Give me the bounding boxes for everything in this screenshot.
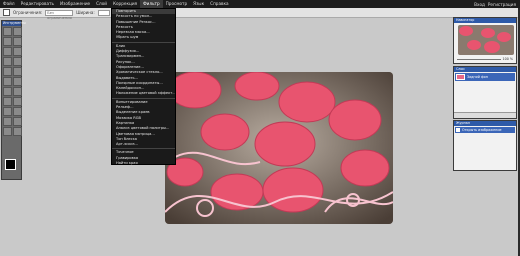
tool-button[interactable]	[3, 97, 12, 106]
tool-button[interactable]	[3, 87, 12, 96]
toolbox-panel: Инструменты	[1, 20, 26, 180]
filter-menu-item[interactable]: Анализ цветовой палитры...	[112, 126, 175, 131]
navigator-title: Навигатор	[454, 18, 516, 23]
tool-button[interactable]	[3, 117, 12, 126]
tool-button[interactable]	[13, 37, 22, 46]
cookies-photo	[165, 72, 393, 224]
tool-button[interactable]	[13, 87, 22, 96]
layers-footer	[454, 112, 516, 118]
tool-button[interactable]	[3, 127, 12, 136]
image-canvas[interactable]	[165, 72, 393, 224]
zoom-slider[interactable]	[457, 58, 501, 60]
menu-item-4[interactable]: Коррекция	[110, 0, 140, 8]
navigator-thumbnail[interactable]	[458, 25, 514, 55]
filter-dropdown-menu: Повторить Резкость по умол... Повышение Ре…	[111, 8, 176, 165]
zoom-control: 100 %	[454, 57, 516, 61]
tool-button[interactable]	[13, 67, 22, 76]
tool-button[interactable]	[3, 27, 12, 36]
crop-tool-icon	[3, 9, 10, 16]
filter-menu-item[interactable]: Наложение цветовой эффект...	[112, 91, 175, 96]
history-entry-label: Открыть изображение	[462, 128, 502, 132]
menubar: Файл Редактировать Изображение Слой Коррекци…	[0, 0, 520, 8]
tool-button[interactable]	[3, 47, 12, 56]
tool-grid	[2, 26, 22, 137]
login-link[interactable]: Вход	[474, 2, 485, 7]
tool-button[interactable]	[3, 57, 12, 66]
history-entry[interactable]: Открыть изображение	[455, 127, 515, 133]
navigator-panel: Навигатор 100 %	[453, 17, 517, 64]
history-panel: Журнал Открыть изображение	[453, 120, 517, 171]
tool-button[interactable]	[13, 127, 22, 136]
tool-button[interactable]	[13, 27, 22, 36]
options-bar: Ограничения: Без ограничения Ширина: Выс…	[0, 8, 520, 20]
history-title: Журнал	[454, 121, 516, 126]
account-links: Вход Регистрация	[474, 2, 520, 7]
menu-item-7[interactable]: Язык	[190, 0, 207, 8]
layers-title: Слои	[454, 67, 516, 72]
layers-panel: Слои Задний фон	[453, 66, 517, 119]
menu-separator	[112, 41, 175, 43]
menu-item-2[interactable]: Изображение	[57, 0, 93, 8]
zoom-value: 100 %	[502, 57, 513, 61]
tool-button[interactable]	[13, 47, 22, 56]
tool-button[interactable]	[13, 57, 22, 66]
filter-menu-item[interactable]: Арт-эскиз...	[112, 142, 175, 147]
tool-button[interactable]	[13, 117, 22, 126]
menu-separator	[112, 97, 175, 99]
width-label: Ширина:	[76, 10, 95, 15]
width-input[interactable]	[97, 9, 110, 16]
menu-item-5[interactable]: Фильтр	[140, 0, 163, 8]
constraint-select[interactable]: Без ограничения	[45, 9, 74, 20]
menu-item-8[interactable]: Справка	[207, 0, 231, 8]
tool-button[interactable]	[3, 37, 12, 46]
register-link[interactable]: Регистрация	[488, 2, 516, 7]
menu-item-6[interactable]: Просмотр	[163, 0, 191, 8]
tool-button[interactable]	[13, 107, 22, 116]
menu-item-1[interactable]: Редактировать	[18, 0, 57, 8]
tool-button[interactable]	[3, 77, 12, 86]
menu-separator	[112, 148, 175, 150]
menu-item-0[interactable]: Файл	[0, 0, 18, 8]
menu-item-3[interactable]: Слой	[93, 0, 110, 8]
filter-menu-item[interactable]: Убрать шум	[112, 35, 175, 40]
history-entry-icon	[456, 128, 460, 132]
tool-button[interactable]	[3, 67, 12, 76]
constraint-label: Ограничения:	[13, 10, 43, 15]
tool-button[interactable]	[13, 97, 22, 106]
foreground-color-swatch[interactable]	[5, 159, 16, 170]
filter-menu-item[interactable]: Найти края	[112, 161, 175, 166]
toolbox-title: Инструменты	[2, 21, 26, 26]
layer-row[interactable]: Задний фон	[455, 73, 515, 81]
layer-thumbnail	[456, 74, 465, 80]
tool-button[interactable]	[13, 77, 22, 86]
tool-button[interactable]	[3, 107, 12, 116]
layer-name: Задний фон	[467, 75, 488, 79]
